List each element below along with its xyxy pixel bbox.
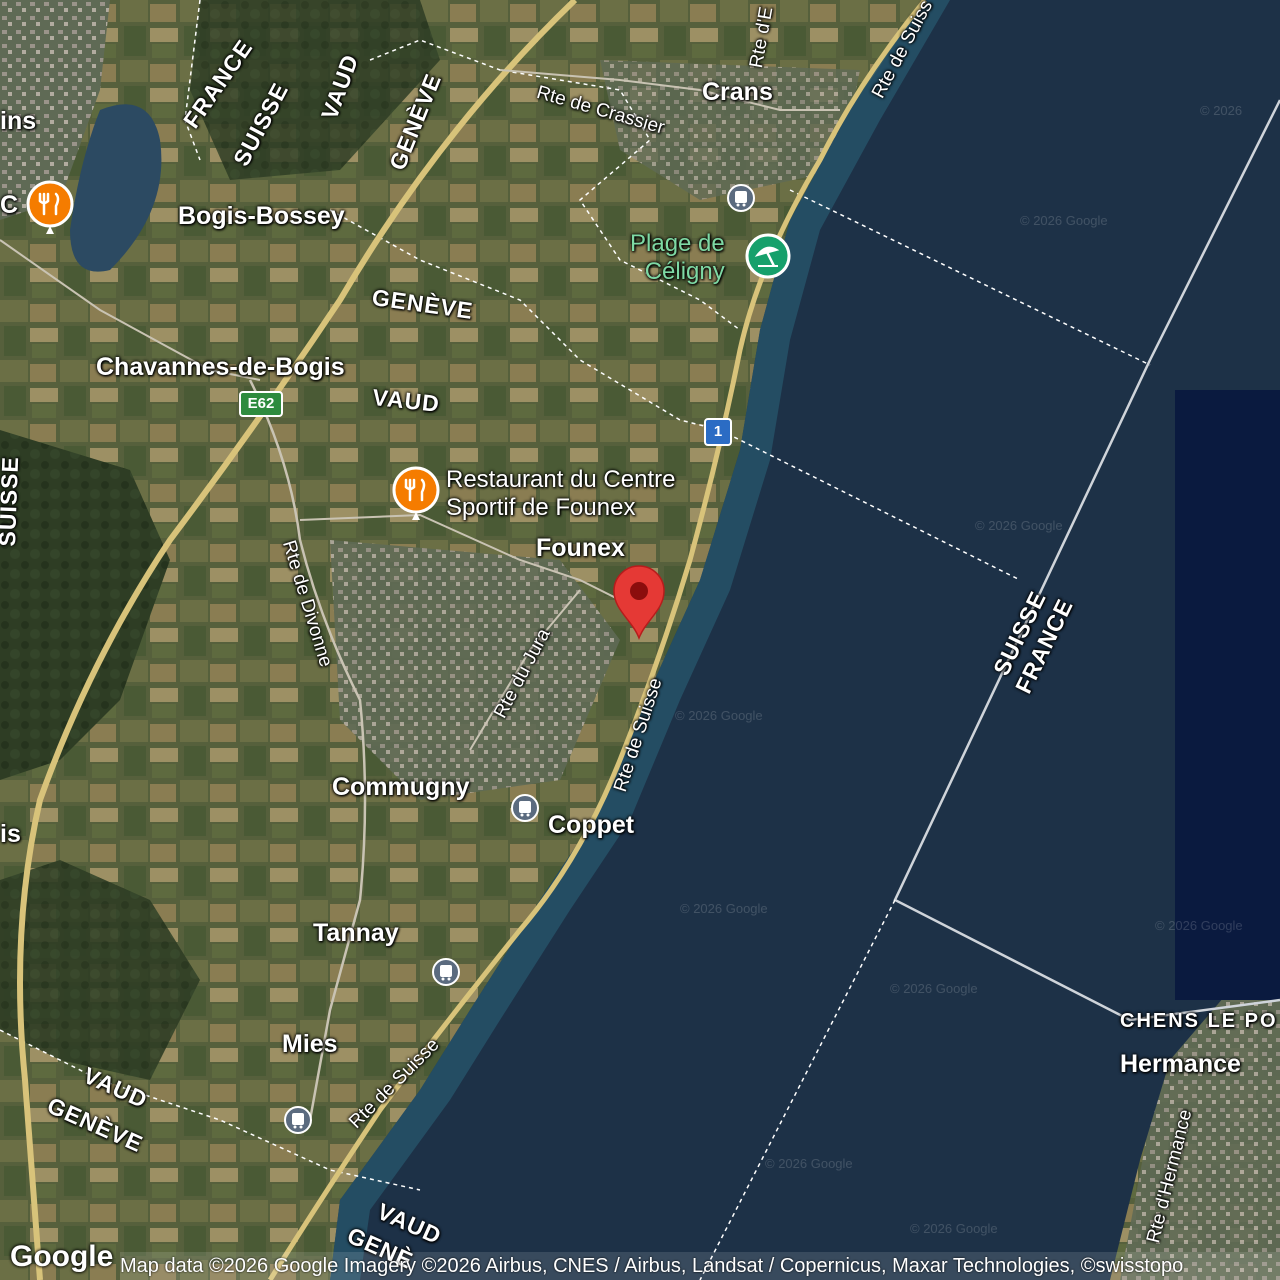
deep-water [1175, 390, 1280, 1000]
place-label-partial-is[interactable]: is [0, 820, 21, 849]
watermark: © 2026 Google [975, 518, 1063, 533]
location-pin-icon[interactable] [612, 564, 666, 640]
train-station-marker[interactable] [727, 184, 755, 212]
poi-restaurant-founex-name[interactable]: Restaurant du Centre Sportif de Founex [446, 466, 675, 522]
watermark: © 2026 Google [1155, 918, 1243, 933]
restaurant-marker-left[interactable] [26, 180, 74, 236]
watermark: © 2026 Google [675, 708, 763, 723]
region-label-suisse-left: SUISSE [0, 455, 24, 547]
place-label-divonne-partial[interactable]: ins [0, 107, 36, 136]
place-label-partial-c[interactable]: C [0, 191, 18, 220]
poi-plage-celigny-name[interactable]: Plage de Céligny [630, 230, 725, 286]
map-canvas[interactable]: © 2026 © 2026 Google © 2026 Google © 202… [0, 0, 1280, 1280]
poi-restaurant-line2: Sportif de Founex [446, 494, 636, 521]
watermark: © 2026 Google [1020, 213, 1108, 228]
place-label-chavannes-de-bogis[interactable]: Chavannes-de-Bogis [96, 353, 345, 382]
google-logo[interactable]: Google [10, 1240, 113, 1274]
place-label-chens[interactable]: CHENS LE PO [1120, 1010, 1278, 1033]
place-label-coppet[interactable]: Coppet [548, 811, 634, 840]
watermark: © 2026 Google [890, 981, 978, 996]
train-station-marker[interactable] [284, 1106, 312, 1134]
train-station-marker[interactable] [432, 958, 460, 986]
poi-restaurant-line1: Restaurant du Centre [446, 466, 676, 493]
route-shield-e62[interactable]: E62 [239, 391, 283, 417]
poi-plage-line2: Céligny [644, 258, 725, 285]
place-label-tannay[interactable]: Tannay [313, 919, 399, 948]
map-attribution: Map data ©2026 Google Imagery ©2026 Airb… [120, 1252, 1280, 1280]
watermark: © 2026 Google [765, 1156, 853, 1171]
restaurant-marker[interactable] [392, 466, 440, 522]
place-label-bogis-bossey[interactable]: Bogis-Bossey [178, 202, 345, 231]
place-label-mies[interactable]: Mies [282, 1030, 338, 1059]
place-label-commugny[interactable]: Commugny [332, 773, 470, 802]
watermark: © 2026 Google [910, 1221, 998, 1236]
place-label-hermance[interactable]: Hermance [1120, 1050, 1241, 1079]
place-label-founex[interactable]: Founex [536, 534, 625, 563]
watermark: © 2026 Google [680, 901, 768, 916]
train-station-marker[interactable] [511, 794, 539, 822]
poi-plage-line1: Plage de [630, 230, 725, 257]
svg-text:© 2026: © 2026 [1200, 103, 1242, 118]
place-label-crans[interactable]: Crans [702, 78, 773, 107]
route-shield-1[interactable]: 1 [704, 418, 732, 446]
beach-marker[interactable] [744, 232, 792, 280]
